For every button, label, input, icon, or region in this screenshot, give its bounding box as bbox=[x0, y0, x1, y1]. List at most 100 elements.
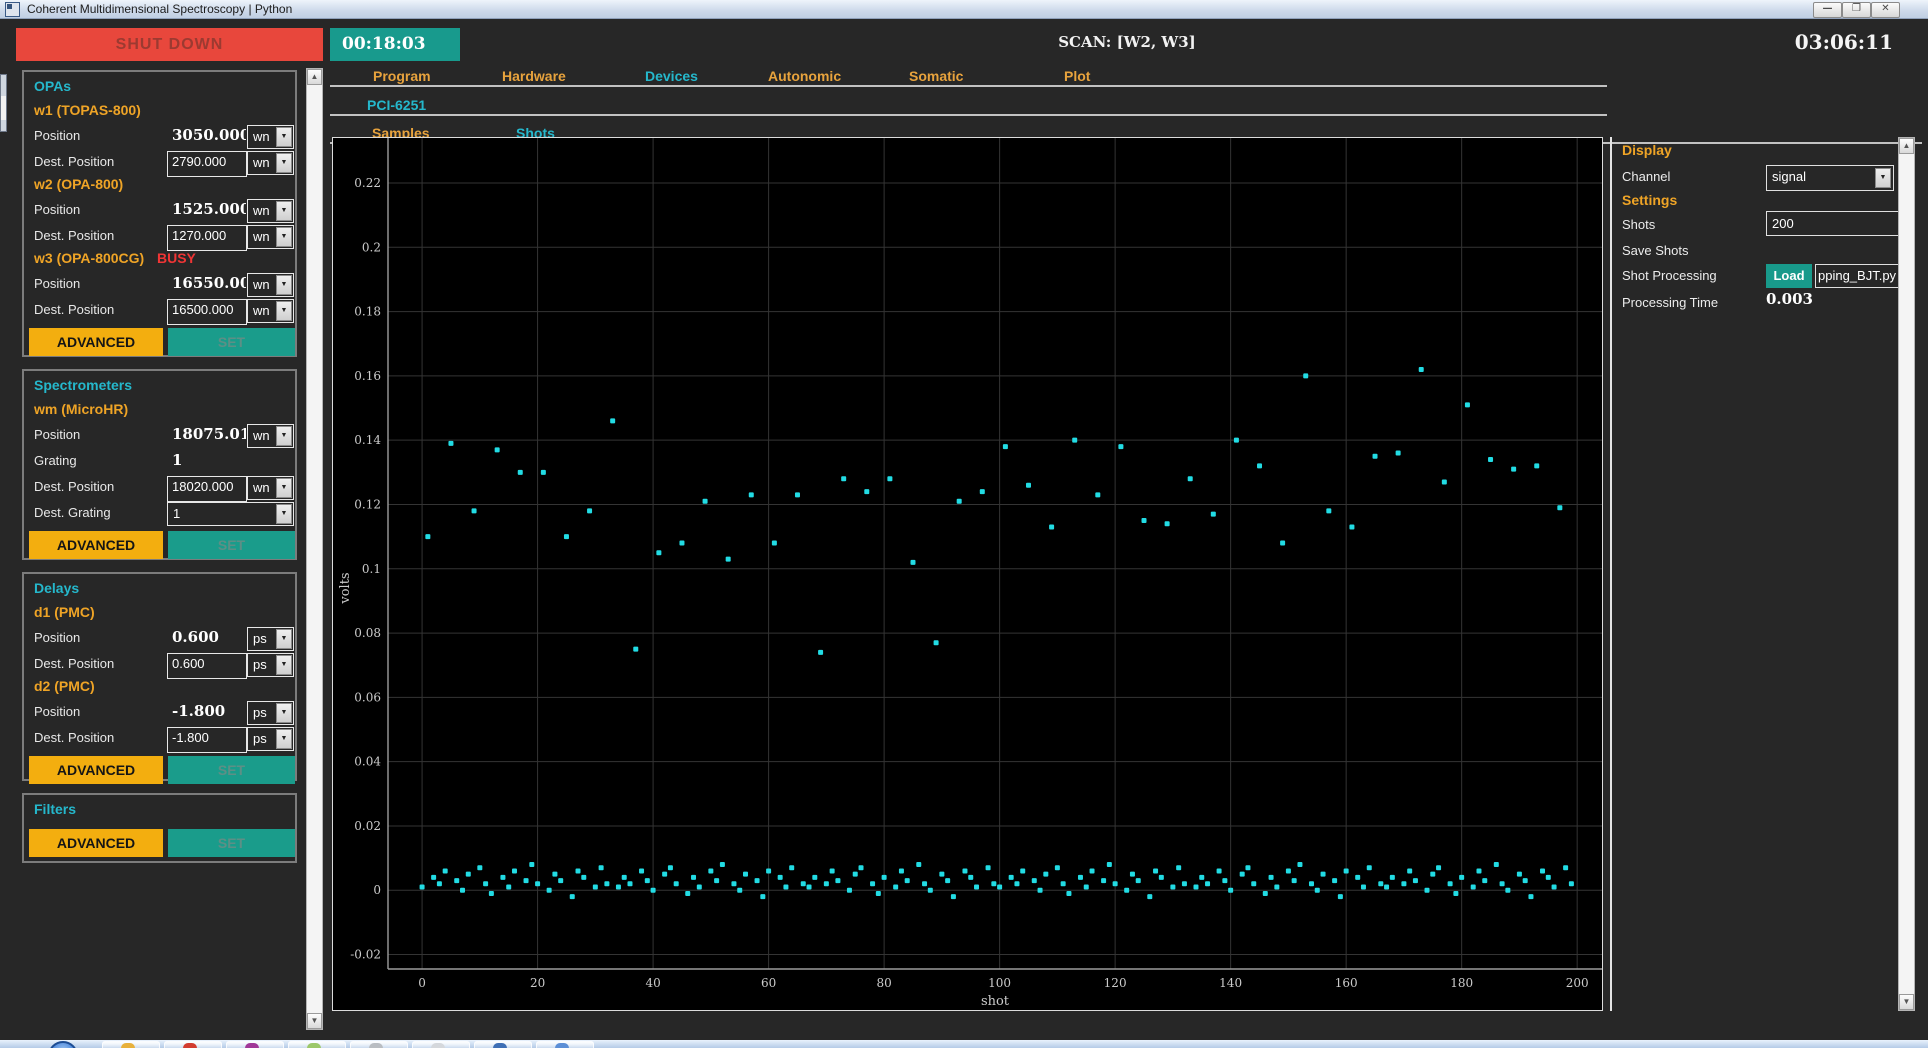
data-point bbox=[1037, 887, 1043, 893]
taskbar-item-green-app[interactable] bbox=[288, 1041, 346, 1048]
close-button[interactable]: ✕ bbox=[1871, 2, 1900, 18]
unit-dropdown[interactable]: wn ▼ bbox=[247, 273, 294, 297]
unit-dropdown[interactable]: ps ▼ bbox=[247, 701, 294, 725]
chevron-down-icon[interactable]: ▼ bbox=[276, 504, 292, 524]
taskbar-item-red-media-app[interactable] bbox=[164, 1041, 222, 1048]
taskbar-item-purple-app[interactable] bbox=[226, 1041, 284, 1048]
windows-taskbar[interactable] bbox=[0, 1040, 1928, 1048]
unit-dropdown[interactable]: wn ▼ bbox=[247, 199, 294, 223]
data-point bbox=[529, 862, 535, 868]
shots-input[interactable]: 200 bbox=[1766, 211, 1899, 236]
blue-window-app-icon bbox=[493, 1043, 507, 1048]
taskbar-item-blue-window-app[interactable] bbox=[474, 1041, 532, 1048]
unit-dropdown[interactable]: wn ▼ bbox=[247, 299, 294, 323]
chevron-down-icon[interactable]: ▼ bbox=[276, 729, 292, 749]
taskbar-item-folder-app[interactable] bbox=[102, 1041, 160, 1048]
set-button[interactable]: SET bbox=[168, 756, 295, 784]
unit-dropdown[interactable]: wn ▼ bbox=[247, 151, 294, 175]
start-orb-icon[interactable] bbox=[48, 1041, 78, 1048]
scroll-up-icon[interactable]: ▲ bbox=[307, 69, 322, 85]
set-button[interactable]: SET bbox=[168, 531, 295, 559]
tab-plot[interactable]: Plot bbox=[1064, 68, 1090, 84]
chevron-down-icon[interactable]: ▼ bbox=[276, 655, 292, 675]
chevron-down-icon[interactable]: ▼ bbox=[276, 201, 292, 221]
set-button[interactable]: SET bbox=[168, 829, 295, 857]
x-tick-label: 180 bbox=[1450, 976, 1473, 990]
unit-dropdown[interactable]: wn ▼ bbox=[247, 225, 294, 249]
dest-position-input[interactable]: -1.800 bbox=[167, 727, 247, 753]
chevron-down-icon[interactable]: ▼ bbox=[276, 426, 292, 446]
advanced-button[interactable]: ADVANCED bbox=[29, 829, 163, 857]
row-label: Dest. Position bbox=[34, 302, 115, 317]
taskbar-item-gray-app-1[interactable] bbox=[350, 1041, 408, 1048]
chevron-down-icon[interactable]: ▼ bbox=[276, 227, 292, 247]
scroll-down-icon[interactable]: ▼ bbox=[1899, 994, 1914, 1010]
advanced-button[interactable]: ADVANCED bbox=[29, 531, 163, 559]
shot-processing-label: Shot Processing bbox=[1622, 268, 1717, 283]
chevron-down-icon[interactable]: ▼ bbox=[276, 478, 292, 498]
busy-badge: BUSY bbox=[157, 250, 196, 266]
set-button[interactable]: SET bbox=[168, 328, 295, 356]
data-point bbox=[442, 868, 448, 874]
tab-pci-6251[interactable]: PCI-6251 bbox=[367, 97, 426, 113]
dest-position-input[interactable]: 16500.000 bbox=[167, 299, 247, 325]
advanced-button[interactable]: ADVANCED bbox=[29, 756, 163, 784]
data-point bbox=[1077, 874, 1083, 880]
app-icon bbox=[5, 2, 20, 17]
unit-dropdown[interactable]: ps ▼ bbox=[247, 727, 294, 751]
chevron-down-icon[interactable]: ▼ bbox=[1875, 168, 1891, 188]
shots-scatter-plot[interactable]: -0.02 0 0.02 0.04 0.06 0.08 0.1 0.12 0.14 0.16 0.1… bbox=[332, 137, 1603, 1011]
minimize-button[interactable]: — bbox=[1813, 2, 1842, 18]
chevron-down-icon[interactable]: ▼ bbox=[276, 629, 292, 649]
background-window-edge-inner bbox=[1, 96, 6, 120]
chevron-down-icon[interactable]: ▼ bbox=[276, 703, 292, 723]
dest-grating-dropdown[interactable]: 1 ▼ bbox=[167, 502, 294, 526]
scatter-canvas[interactable]: -0.02 0 0.02 0.04 0.06 0.08 0.1 0.12 0.14 0.16 0.1… bbox=[333, 138, 1602, 1010]
data-point bbox=[968, 874, 974, 880]
tab-somatic[interactable]: Somatic bbox=[909, 68, 963, 84]
x-tick-label: 140 bbox=[1219, 976, 1242, 990]
chevron-down-icon[interactable]: ▼ bbox=[276, 127, 292, 147]
data-point bbox=[1563, 865, 1569, 871]
data-point bbox=[1360, 884, 1366, 890]
data-point bbox=[673, 881, 679, 887]
dest-position-input[interactable]: 18020.000 bbox=[167, 476, 247, 502]
dest-position-input[interactable]: 0.600 bbox=[167, 653, 247, 679]
tab-devices[interactable]: Devices bbox=[645, 68, 698, 84]
tab-program[interactable]: Program bbox=[373, 68, 431, 84]
taskbar-item-gray-app-2[interactable] bbox=[412, 1041, 470, 1048]
unit-dropdown[interactable]: wn ▼ bbox=[247, 125, 294, 149]
restore-button[interactable]: ❐ bbox=[1842, 2, 1871, 18]
unit-dropdown[interactable]: wn ▼ bbox=[247, 424, 294, 448]
shot-processing-file-input[interactable]: pping_BJT.py bbox=[1815, 264, 1899, 288]
data-point bbox=[1436, 865, 1442, 871]
hardware-row: Dest. Position 18020.000 wn ▼ bbox=[24, 475, 295, 502]
right-scrollbar[interactable]: ▲ ▼ bbox=[1898, 137, 1915, 1011]
tab-autonomic[interactable]: Autonomic bbox=[768, 68, 841, 84]
unit-dropdown[interactable]: wn ▼ bbox=[247, 476, 294, 500]
unit-dropdown[interactable]: ps ▼ bbox=[247, 627, 294, 651]
left-scrollbar[interactable]: ▲ ▼ bbox=[306, 68, 323, 1030]
dest-position-input[interactable]: 2790.000 bbox=[167, 151, 247, 177]
data-point bbox=[460, 887, 466, 893]
data-point bbox=[754, 878, 760, 884]
channel-dropdown[interactable]: signal ▼ bbox=[1766, 165, 1894, 191]
unit-dropdown[interactable]: ps ▼ bbox=[247, 653, 294, 677]
taskbar-item-blue-app[interactable] bbox=[536, 1041, 594, 1048]
chevron-down-icon[interactable]: ▼ bbox=[276, 301, 292, 321]
chevron-down-icon[interactable]: ▼ bbox=[276, 275, 292, 295]
x-tick-label: 40 bbox=[645, 976, 660, 990]
data-point bbox=[910, 559, 916, 565]
dest-position-input[interactable]: 1270.000 bbox=[167, 225, 247, 251]
tab-hardware[interactable]: Hardware bbox=[502, 68, 566, 84]
shutdown-button[interactable]: SHUT DOWN bbox=[16, 28, 323, 61]
scroll-down-icon[interactable]: ▼ bbox=[307, 1013, 322, 1029]
data-point bbox=[1002, 444, 1008, 450]
load-script-button[interactable]: Load bbox=[1766, 264, 1812, 288]
chevron-down-icon[interactable]: ▼ bbox=[276, 153, 292, 173]
data-point bbox=[719, 862, 725, 868]
data-point bbox=[1447, 881, 1453, 887]
advanced-button[interactable]: ADVANCED bbox=[29, 328, 163, 356]
scroll-up-icon[interactable]: ▲ bbox=[1899, 138, 1914, 154]
data-point bbox=[997, 884, 1003, 890]
